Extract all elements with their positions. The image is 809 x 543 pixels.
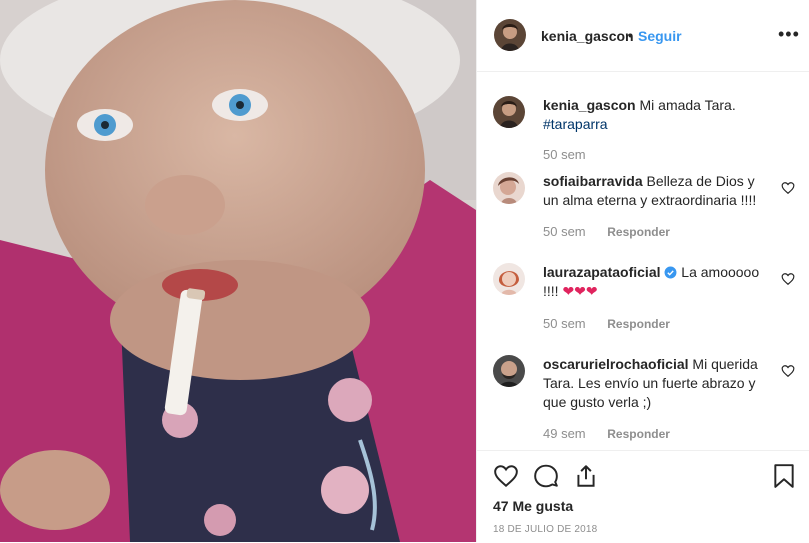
comment-username[interactable]: laurazapataoficial (543, 264, 661, 280)
reply-button[interactable]: Responder (607, 317, 670, 331)
comment-like-icon[interactable] (781, 181, 795, 195)
commenter-avatar[interactable] (493, 172, 525, 204)
follow-button[interactable]: Seguir (638, 28, 682, 44)
post-photo[interactable] (0, 0, 476, 542)
reply-button[interactable]: Responder (607, 427, 670, 441)
avatar-image (493, 172, 525, 204)
caption-time[interactable]: 50 sem (543, 147, 586, 162)
caption-body: Mi amada Tara. (639, 97, 736, 113)
instagram-post: kenia_gascon • Seguir ••• kenia_gascon M… (0, 0, 809, 542)
commenter-avatar[interactable] (493, 263, 525, 295)
more-icon[interactable]: ••• (778, 24, 800, 45)
comment-meta: 50 sem Responder (543, 224, 670, 239)
post-panel: kenia_gascon • Seguir ••• kenia_gascon M… (476, 0, 809, 542)
comment-time[interactable]: 49 sem (543, 426, 586, 441)
like-icon[interactable] (493, 463, 519, 489)
share-icon[interactable] (573, 463, 599, 489)
comment-time[interactable]: 50 sem (543, 224, 586, 239)
comment-meta: 50 sem Responder (543, 316, 670, 331)
verified-icon (664, 266, 677, 279)
avatar-image (493, 96, 525, 128)
comment-like-icon[interactable] (781, 364, 795, 378)
comment-like-icon[interactable] (781, 272, 795, 286)
caption-username[interactable]: kenia_gascon (543, 97, 636, 113)
comment-meta: 49 sem Responder (543, 426, 670, 441)
caption-avatar[interactable] (493, 96, 525, 128)
caption-text: kenia_gascon Mi amada Tara. #taraparra (543, 96, 771, 134)
comment-username[interactable]: oscarurielrochaoficial (543, 356, 689, 372)
reply-button[interactable]: Responder (607, 225, 670, 239)
post-date[interactable]: 18 DE JULIO DE 2018 (493, 524, 597, 535)
avatar-image (493, 355, 525, 387)
separator-dot: • (628, 27, 633, 43)
avatar-image (493, 263, 525, 295)
author-avatar[interactable] (494, 19, 526, 51)
avatar-image (494, 19, 526, 51)
save-icon[interactable] (773, 463, 795, 489)
likes-count[interactable]: 47 Me gusta (493, 498, 573, 514)
comment-icon[interactable] (533, 463, 559, 489)
post-actions: 47 Me gusta 18 DE JULIO DE 2018 (477, 450, 809, 543)
photo-illustration (0, 0, 476, 542)
comment-username[interactable]: sofiaibarravida (543, 173, 643, 189)
commenter-avatar[interactable] (493, 355, 525, 387)
hashtag-link[interactable]: #taraparra (543, 116, 608, 132)
comment-time[interactable]: 50 sem (543, 316, 586, 331)
post-header: kenia_gascon • Seguir ••• (477, 0, 809, 72)
heart-emojis: ❤❤❤ (562, 283, 598, 299)
comment-text: laurazapataoficial La amooooo !!!! ❤❤❤ (543, 263, 771, 301)
comment-text: oscarurielrochaoficial Mi querida Tara. … (543, 355, 771, 412)
comment-text: sofiaibarravida Belleza de Dios y un alm… (543, 172, 771, 210)
comments-list: kenia_gascon Mi amada Tara. #taraparra 5… (477, 72, 809, 450)
author-username[interactable]: kenia_gascon (541, 28, 634, 44)
caption-meta: 50 sem (543, 147, 586, 162)
